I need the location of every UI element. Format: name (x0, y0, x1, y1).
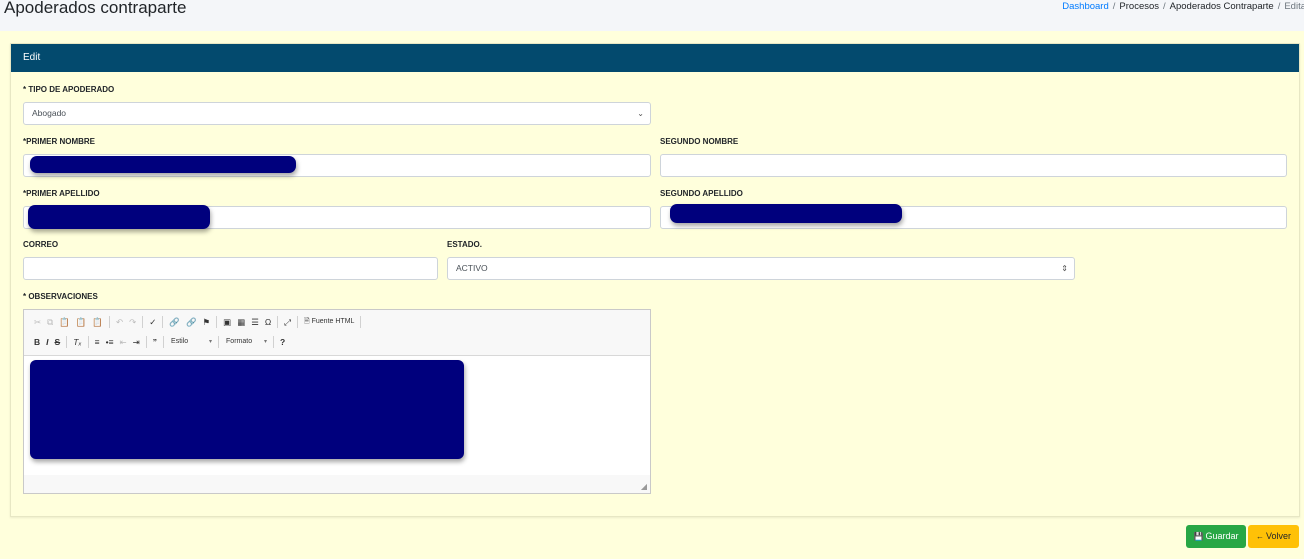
horizontal-line-icon[interactable]: ☰ (248, 314, 262, 330)
special-char-icon[interactable]: Ω (262, 314, 274, 330)
arrow-left-icon: ← (1255, 532, 1264, 541)
page-title: Apoderados contraparte (4, 0, 187, 17)
breadcrumb-dashboard[interactable]: Dashboard (1062, 1, 1108, 12)
link-icon[interactable]: 🔗 (166, 314, 183, 330)
bulleted-list-icon[interactable]: •≡ (103, 334, 117, 350)
tipo-apoderado-select[interactable]: Abogado ⌄ (23, 102, 651, 125)
primer-nombre-label: *PRIMER NOMBRE (23, 137, 96, 146)
segundo-apellido-label: SEGUNDO APELLIDO (660, 189, 743, 198)
numbered-list-icon[interactable]: ≡ (92, 334, 103, 350)
back-button[interactable]: ← Volver (1248, 525, 1299, 548)
style-combo[interactable]: Estilo ▾ (167, 334, 215, 350)
blockquote-icon[interactable]: ” (150, 334, 160, 350)
source-doc-icon: 🗎 (304, 318, 310, 325)
correo-label: CORREO (23, 240, 59, 249)
estado-value: ACTIVO (456, 263, 488, 273)
help-icon[interactable]: ? (277, 334, 288, 350)
breadcrumb-procesos[interactable]: Procesos (1119, 1, 1159, 12)
format-combo[interactable]: Formato ▾ (222, 334, 270, 350)
combo-caret-icon: ▾ (264, 339, 268, 345)
card-header: Edit (11, 44, 1299, 72)
segundo-nombre-label: SEGUNDO NOMBRE (660, 137, 739, 146)
save-button[interactable]: 💾 Guardar (1186, 525, 1246, 548)
toolbar-row-1: ✂ ⧉ 📋 📋 📋 ↶ ↷ ✓ 🔗 🔗 ⚑ ▣ ▦ ☰ Ω ⤢ 🗎 Fuente… (31, 314, 364, 330)
floppy-disk-icon: 💾 (1193, 532, 1204, 541)
breadcrumb-current: Edita (1284, 1, 1304, 12)
redacted-primer-nombre (30, 156, 296, 173)
italic-icon[interactable]: I (43, 334, 51, 350)
anchor-flag-icon[interactable]: ⚑ (200, 314, 214, 330)
paste-word-icon[interactable]: 📋 (89, 314, 106, 330)
undo-icon[interactable]: ↶ (113, 314, 126, 330)
toolbar-row-2: B I S Tₓ ≡ •≡ ⇤ ⇥ ” Estilo ▾ Formato ▾ ? (31, 334, 288, 350)
redacted-segundo-apellido (670, 204, 902, 223)
top-bar: Apoderados contraparte Dashboard / Proceso… (0, 0, 1304, 31)
paste-text-icon[interactable]: 📋 (73, 314, 90, 330)
indent-icon[interactable]: ⇥ (130, 334, 143, 350)
chevron-down-icon: ⌄ (637, 109, 644, 118)
spellcheck-icon[interactable]: ✓ (146, 314, 159, 330)
correo-input[interactable] (23, 257, 438, 280)
breadcrumb: Dashboard / Procesos / Apoderados Contrapart… (1062, 1, 1304, 12)
remove-format-icon[interactable]: Tₓ (70, 334, 84, 350)
redo-icon[interactable]: ↷ (126, 314, 139, 330)
tipo-apoderado-label: * TIPO DE APODERADO (23, 85, 115, 94)
copy-icon[interactable]: ⧉ (44, 314, 56, 330)
maximize-icon[interactable]: ⤢ (281, 314, 294, 330)
bold-icon[interactable]: B (31, 334, 43, 350)
editor-toolbar: ✂ ⧉ 📋 📋 📋 ↶ ↷ ✓ 🔗 🔗 ⚑ ▣ ▦ ☰ Ω ⤢ 🗎 Fuente… (24, 310, 650, 355)
editor-footer: ◢ (24, 475, 650, 493)
outdent-icon[interactable]: ⇤ (117, 334, 130, 350)
observaciones-label: * OBSERVACIONES (23, 292, 98, 301)
redacted-observaciones (30, 360, 464, 459)
paste-icon[interactable]: 📋 (56, 314, 73, 330)
breadcrumb-apoderados[interactable]: Apoderados Contraparte (1170, 1, 1274, 12)
table-icon[interactable]: ▦ (234, 314, 248, 330)
unlink-icon[interactable]: 🔗 (183, 314, 200, 330)
image-icon[interactable]: ▣ (220, 314, 234, 330)
segundo-nombre-input[interactable] (660, 154, 1287, 177)
cut-icon[interactable]: ✂ (31, 314, 44, 330)
estado-select[interactable]: ACTIVO ⇕ (447, 257, 1075, 280)
source-button[interactable]: 🗎 Fuente HTML (301, 314, 357, 330)
primer-apellido-label: *PRIMER APELLIDO (23, 189, 100, 198)
redacted-primer-apellido (28, 205, 210, 229)
tipo-apoderado-value: Abogado (32, 108, 67, 118)
strikethrough-icon[interactable]: S (52, 334, 64, 350)
combo-caret-icon: ▾ (209, 339, 213, 345)
estado-label: ESTADO. (447, 240, 482, 249)
select-updown-icon: ⇕ (1061, 264, 1068, 273)
resize-handle-icon[interactable]: ◢ (641, 482, 647, 491)
